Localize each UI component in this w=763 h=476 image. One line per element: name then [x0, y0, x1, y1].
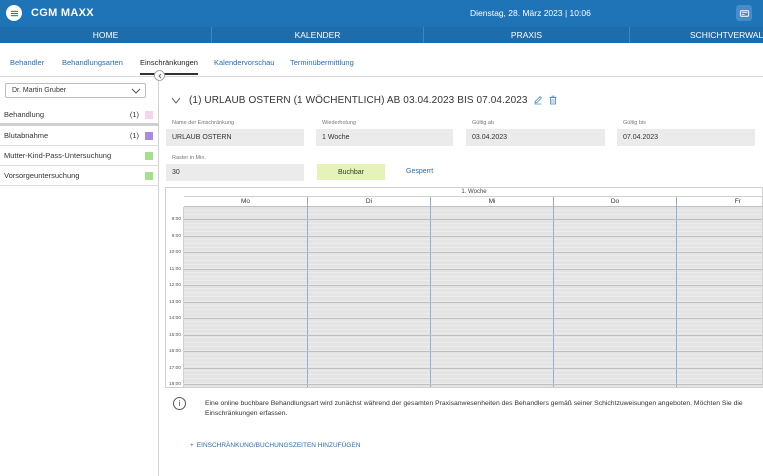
practitioner-select-value: Dr. Martin Gruber [12, 87, 67, 94]
restriction-title: (1) URLAUB OSTERN (1 WÖCHENTLICH) AB 03.… [189, 94, 528, 106]
hour-line [184, 334, 762, 336]
top-bar: CGM MAXX Dienstag, 28. März 2023 | 10:06 [0, 0, 763, 27]
chevron-down-icon [131, 88, 141, 94]
color-swatch [145, 171, 153, 180]
grid-label: Raster in Min. [172, 155, 206, 161]
time-label: 12:00 [168, 283, 181, 288]
day-column-mo[interactable] [184, 207, 307, 387]
main-nav: HOME KALENDER PRAXIS SCHICHTVERWALTUNG [0, 27, 763, 43]
blocked-button[interactable]: Gesperrt [406, 168, 433, 175]
sidebar: Dr. Martin Gruber Behandlung (1) Blutabn… [0, 78, 159, 476]
list-item-count: (1) [129, 131, 139, 140]
list-item[interactable]: Behandlung (1) [0, 106, 159, 126]
time-label: 8:00 [171, 217, 181, 222]
nav-schichtverwaltung[interactable]: SCHICHTVERWALTUNG [630, 27, 763, 43]
list-item-label: Behandlung [4, 110, 45, 119]
day-header: Fr [676, 197, 762, 207]
nav-kalender[interactable]: KALENDER [212, 27, 424, 43]
time-label: 11:00 [169, 266, 181, 272]
hour-line [184, 351, 762, 352]
restriction-detail: (1) URLAUB OSTERN (1 WÖCHENTLICH) AB 03.… [160, 78, 763, 476]
day-header: Di [307, 197, 430, 207]
current-date: Dienstag, 28. März 2023 | 10:06 [470, 8, 591, 18]
hamburger-icon[interactable] [6, 5, 22, 21]
tab-einschraenkungen[interactable]: Einschränkungen [137, 56, 206, 75]
day-header: Mo [240, 198, 251, 205]
hour-line [184, 318, 762, 319]
time-label: 18:00 [168, 382, 181, 387]
day-column-do[interactable] [553, 207, 676, 387]
add-restriction-link[interactable]: + EINSCHRÄNKUNG/BUCHUNGSZEITEN HINZUFÜGEN [187, 440, 365, 450]
calendar-grid: 8:00 9:00 10:00 11:00 12:00 13:00 14:00 … [166, 207, 762, 387]
time-label: 15:00 [168, 332, 181, 338]
nav-home[interactable]: HOME [0, 27, 212, 43]
list-item[interactable]: Blutabnahme (1) [0, 126, 159, 146]
time-label: 9:00 [171, 233, 181, 239]
time-column: 8:00 9:00 10:00 11:00 12:00 13:00 14:00 … [166, 207, 184, 387]
repeat-label: Wiederholung [322, 120, 356, 126]
chevron-left-icon[interactable] [154, 70, 165, 81]
hour-line [184, 268, 762, 270]
day-header-row: Mo Di Mi Do Fr [184, 197, 762, 207]
name-field[interactable]: URLAUB OSTERN [166, 129, 304, 146]
tab-behandler[interactable]: Behandler [10, 58, 44, 67]
color-swatch [145, 131, 153, 140]
valid-from-field[interactable]: 03.04.2023 [466, 129, 605, 146]
valid-to-label: Gültig bis [623, 120, 646, 126]
practitioner-select[interactable]: Dr. Martin Gruber [5, 83, 146, 98]
treatment-type-list: Behandlung (1) Blutabnahme (1) Mutter-Ki… [0, 106, 159, 186]
list-item-count: (1) [129, 110, 139, 119]
week-calendar: 1. Woche Mo Di Mi Do Fr 8:00 9:00 10:00 … [165, 187, 763, 388]
bookable-button[interactable]: Buchbar [317, 164, 385, 180]
add-restriction-label: EINSCHRÄNKUNG/BUCHUNGSZEITEN HINZUFÜGEN [196, 442, 361, 449]
day-header: Mi [430, 197, 553, 207]
valid-from-label: Gültig ab [472, 120, 495, 126]
week-label: 1. Woche [184, 188, 762, 197]
tab-kalendervorschau[interactable]: Kalendervorschau [214, 58, 274, 67]
nav-praxis[interactable]: PRAXIS [424, 27, 630, 43]
time-label: 17:00 [168, 365, 181, 371]
trash-icon[interactable] [548, 95, 558, 105]
list-item-label: Mutter-Kind-Pass-Untersuchung [4, 151, 112, 160]
repeat-field[interactable]: 1 Woche [316, 129, 453, 146]
tab-terminuebermittlung[interactable]: Terminübermittlung [290, 58, 354, 67]
hour-line [184, 367, 762, 369]
info-icon: i [173, 397, 186, 410]
hour-line [184, 301, 762, 303]
day-column-mi[interactable] [430, 207, 553, 387]
hour-line [184, 285, 762, 286]
grid-field[interactable]: 30 [166, 164, 304, 181]
color-swatch [145, 151, 153, 160]
name-label: Name der Einschränkung [172, 120, 235, 126]
hour-line [184, 384, 762, 385]
chevron-down-icon[interactable] [171, 97, 181, 104]
day-column-di[interactable] [307, 207, 430, 387]
card-reader-icon[interactable] [736, 5, 752, 21]
time-label: 14:00 [168, 316, 181, 321]
time-label: 13:00 [168, 299, 181, 305]
valid-to-field[interactable]: 07.04.2023 [617, 129, 755, 146]
restriction-heading-row: (1) URLAUB OSTERN (1 WÖCHENTLICH) AB 03.… [171, 93, 558, 107]
time-label: 10:00 [168, 250, 181, 255]
time-label: 16:00 [168, 349, 181, 354]
pencil-icon[interactable] [533, 95, 543, 105]
sub-nav: Behandler Behandlungsarten Einschränkung… [0, 43, 763, 77]
hour-line [184, 219, 762, 220]
day-column-fr[interactable] [676, 207, 762, 387]
hour-line [184, 252, 762, 253]
day-header: Do [553, 197, 676, 207]
list-item[interactable]: Mutter-Kind-Pass-Untersuchung [0, 146, 159, 166]
color-swatch [145, 110, 153, 119]
tab-behandlungsarten[interactable]: Behandlungsarten [62, 58, 123, 67]
info-text: Eine online buchbare Behandlungsart wird… [205, 400, 743, 417]
app-title: CGM MAXX [31, 7, 94, 19]
list-item[interactable]: Vorsorgeuntersuchung [0, 166, 159, 186]
list-item-label: Vorsorgeuntersuchung [4, 171, 80, 180]
hour-line [184, 235, 762, 237]
plus-icon: + [190, 442, 194, 449]
list-item-label: Blutabnahme [4, 131, 49, 140]
